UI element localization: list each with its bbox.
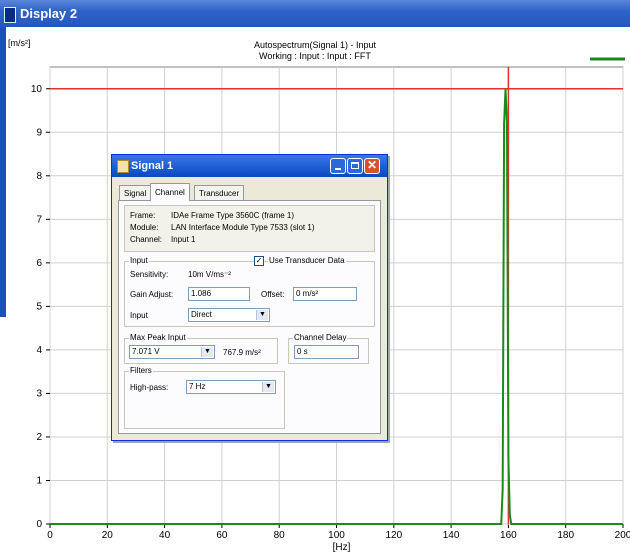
channel-label: Channel: [130, 235, 163, 244]
signal-dialog[interactable]: Signal 1 ✕ Signal Channel Transducer Fra… [111, 154, 388, 441]
chart-subtitle: Working : Input : Input : FFT [259, 51, 371, 61]
use-transducer-checkbox[interactable]: ✓ [254, 256, 264, 266]
channel-delay-group-title: Channel Delay [293, 333, 348, 342]
x-tick-label: 60 [216, 530, 228, 541]
minimize-button[interactable] [330, 158, 346, 174]
y-tick-label: 2 [36, 432, 42, 443]
channel-value: Input 1 [171, 235, 196, 244]
max-peak-select[interactable]: 7.071 V ▼ [129, 345, 215, 359]
channel-tab-panel: Frame: IDAe Frame Type 3560C (frame 1) M… [118, 200, 381, 434]
chart-title: Autospectrum(Signal 1) - Input [253, 40, 377, 50]
dialog-title-bar[interactable]: Signal 1 ✕ [112, 155, 387, 177]
input-label: Input [130, 311, 148, 320]
y-tick-label: 3 [36, 388, 42, 399]
offset-label: Offset: [261, 290, 285, 299]
dialog-title: Signal 1 [131, 160, 174, 172]
highpass-select[interactable]: 7 Hz ▼ [186, 380, 276, 394]
tab-transducer[interactable]: Transducer [194, 185, 245, 201]
sensitivity-label: Sensitivity: [130, 270, 169, 279]
module-value: LAN Interface Module Type 7533 (slot 1) [171, 223, 315, 232]
max-peak-group-title: Max Peak Input [129, 333, 187, 342]
y-tick-label: 10 [31, 84, 43, 95]
y-tick-label: 7 [36, 214, 42, 225]
x-tick-label: 80 [274, 530, 286, 541]
hardware-info-box: Frame: IDAe Frame Type 3560C (frame 1) M… [124, 205, 375, 252]
close-button[interactable]: ✕ [364, 158, 380, 174]
input-select-value: Direct [191, 310, 212, 319]
y-tick-label: 9 [36, 127, 42, 138]
signal-dialog-icon [117, 160, 129, 173]
y-tick-label: 0 [36, 519, 42, 530]
x-tick-label: 200 [615, 530, 630, 541]
x-tick-label: 100 [328, 530, 345, 541]
input-select[interactable]: Direct ▼ [188, 308, 270, 322]
y-tick-label: 4 [36, 345, 42, 356]
offset-input[interactable]: 0 m/s² [293, 287, 357, 301]
highpass-label: High-pass: [130, 383, 169, 392]
sensitivity-value: 10m V/ms⁻² [188, 270, 231, 279]
y-tick-label: 8 [36, 171, 42, 182]
x-tick-label: 160 [500, 530, 517, 541]
frame-label: Frame: [130, 211, 156, 220]
input-group-title: Input [129, 256, 149, 265]
use-transducer-label[interactable]: Use Transducer Data [268, 256, 346, 265]
module-label: Module: [130, 223, 159, 232]
y-tick-label: 5 [36, 301, 42, 312]
maximize-button[interactable] [347, 158, 363, 174]
x-tick-label: 40 [159, 530, 171, 541]
x-tick-label: 120 [385, 530, 402, 541]
x-tick-label: 140 [443, 530, 460, 541]
gain-adjust-input[interactable]: 1.086 [188, 287, 250, 301]
chevron-down-icon[interactable]: ▼ [262, 382, 274, 392]
frame-value: IDAe Frame Type 3560C (frame 1) [171, 211, 295, 220]
y-tick-label: 1 [36, 475, 42, 486]
x-tick-label: 180 [557, 530, 574, 541]
tab-signal[interactable]: Signal [119, 185, 152, 201]
x-tick-label: 20 [102, 530, 114, 541]
gain-adjust-label: Gain Adjust: [130, 290, 174, 299]
max-peak-acceleration: 767.9 m/s² [223, 348, 261, 357]
channel-delay-input[interactable]: 0 s [294, 345, 359, 359]
x-axis-label: [Hz] [333, 542, 351, 553]
x-tick-label: 0 [47, 530, 53, 541]
y-tick-label: 6 [36, 258, 42, 269]
tab-channel[interactable]: Channel [150, 183, 190, 201]
filters-group-title: Filters [129, 366, 153, 375]
chevron-down-icon[interactable]: ▼ [201, 347, 213, 357]
chevron-down-icon[interactable]: ▼ [256, 310, 268, 320]
max-peak-select-value: 7.071 V [132, 347, 160, 356]
highpass-select-value: 7 Hz [189, 382, 206, 391]
